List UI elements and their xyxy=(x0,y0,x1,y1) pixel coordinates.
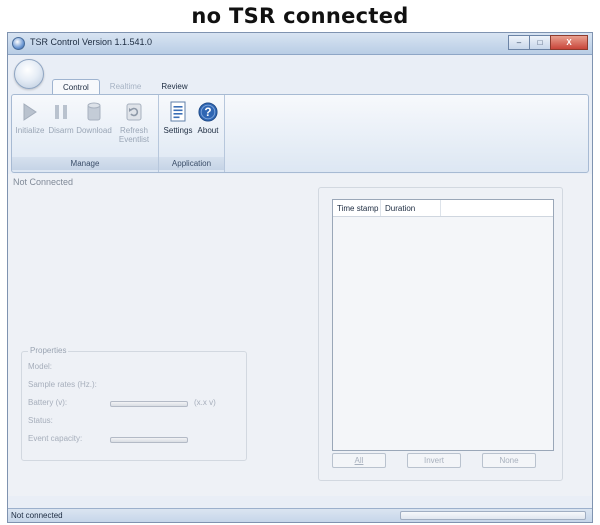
download-button[interactable]: Download xyxy=(76,101,112,135)
event-capacity-bar xyxy=(110,437,188,443)
connection-status-heading: Not Connected xyxy=(13,177,74,187)
select-all-button[interactable]: All xyxy=(332,453,386,468)
status-bar-text: Not connected xyxy=(11,511,63,520)
model-label: Model: xyxy=(28,362,53,371)
ribbon-group-manage: Initialize Disarm Download Refresh Event… xyxy=(12,95,159,172)
main-panel: Not Connected Properties Model: Sample r… xyxy=(8,174,592,496)
settings-label: Settings xyxy=(163,126,193,135)
properties-group: Properties Model: Sample rates (Hz.): Ba… xyxy=(21,346,247,461)
disarm-label: Disarm xyxy=(48,126,74,135)
caption-heading: no TSR connected xyxy=(191,4,409,28)
ribbon: Initialize Disarm Download Refresh Event… xyxy=(11,94,589,173)
app-icon xyxy=(12,37,25,50)
invert-label: Invert xyxy=(423,456,444,465)
refresh-icon xyxy=(124,101,144,123)
window-controls: – □ X xyxy=(508,35,588,51)
tab-review[interactable]: Review xyxy=(151,79,197,95)
event-list-header: Time stamp Duration xyxy=(333,200,553,217)
tab-control[interactable]: Control xyxy=(52,79,100,95)
app-window: TSR Control Version 1.1.541.0 – □ X Cont… xyxy=(7,32,593,523)
select-none-button[interactable]: None xyxy=(482,453,536,468)
application-menu-orb[interactable] xyxy=(14,59,44,89)
about-button[interactable]: ? About xyxy=(195,101,221,135)
download-label: Download xyxy=(76,126,112,135)
settings-button[interactable]: Settings xyxy=(163,101,193,135)
status-progress-bar xyxy=(400,511,586,520)
cylinder-icon xyxy=(84,101,104,123)
event-list[interactable]: Time stamp Duration xyxy=(332,199,554,451)
status-label: Status: xyxy=(28,416,53,425)
ribbon-tabs: Control Realtime Review xyxy=(52,79,198,95)
event-capacity-label: Event capacity: xyxy=(28,434,83,443)
ribbon-group-application: Settings ? About Application xyxy=(159,95,225,172)
battery-label: Battery (v): xyxy=(28,398,68,407)
battery-bar xyxy=(110,401,188,407)
initialize-label: Initialize xyxy=(15,126,45,135)
tab-realtime[interactable]: Realtime xyxy=(100,79,152,95)
sample-rates-label: Sample rates (Hz.): xyxy=(28,380,97,389)
application-group-label: Application xyxy=(159,157,224,170)
help-icon: ? xyxy=(198,101,218,123)
disarm-button[interactable]: Disarm xyxy=(47,101,75,135)
invert-button[interactable]: Invert xyxy=(407,453,461,468)
select-none-label: None xyxy=(499,456,519,465)
close-button[interactable]: X xyxy=(550,35,588,50)
minimize-button[interactable]: – xyxy=(508,35,530,50)
pause-icon xyxy=(51,101,71,123)
column-time-stamp[interactable]: Time stamp xyxy=(333,200,381,216)
about-label: About xyxy=(197,126,219,135)
title-bar[interactable]: TSR Control Version 1.1.541.0 – □ X xyxy=(8,33,592,55)
column-duration[interactable]: Duration xyxy=(381,200,441,216)
maximize-button[interactable]: □ xyxy=(529,35,551,50)
window-title: TSR Control Version 1.1.541.0 xyxy=(30,37,153,47)
status-bar: Not connected xyxy=(8,508,592,522)
select-all-label: All xyxy=(354,456,364,465)
refresh-eventlist-button[interactable]: Refresh Eventlist xyxy=(114,101,154,144)
properties-title: Properties xyxy=(28,346,69,355)
svg-text:?: ? xyxy=(204,105,211,119)
refresh-eventlist-label: Refresh Eventlist xyxy=(118,126,150,144)
initialize-button[interactable]: Initialize xyxy=(15,101,45,135)
manage-group-label: Manage xyxy=(12,157,158,170)
play-icon xyxy=(20,101,40,123)
settings-document-icon xyxy=(168,101,188,123)
battery-value: (x.x v) xyxy=(194,398,216,407)
